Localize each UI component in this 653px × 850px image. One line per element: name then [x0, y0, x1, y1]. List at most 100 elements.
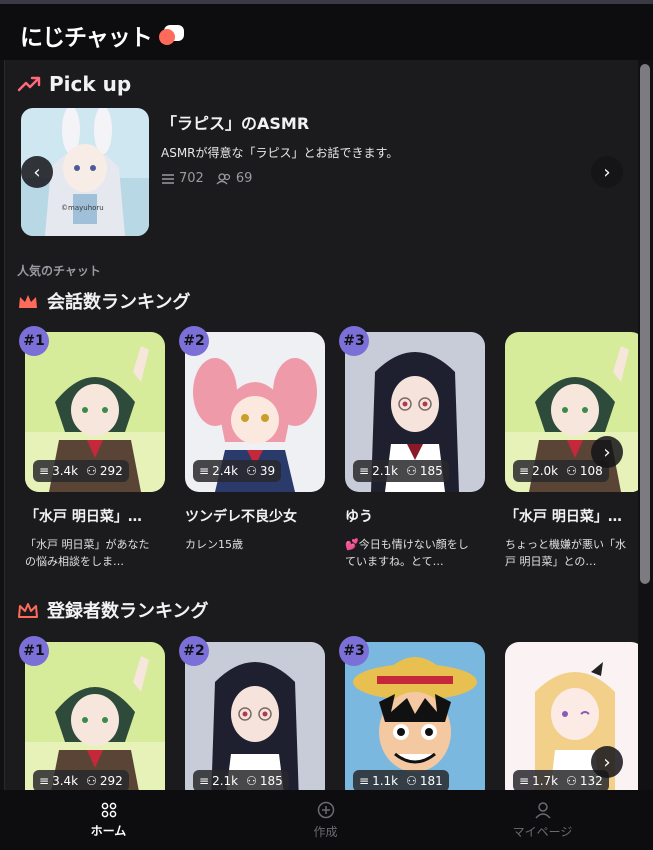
- message-count-icon: ≡: [519, 774, 530, 788]
- message-count-icon: ≡: [199, 464, 210, 478]
- ranking2-next-button[interactable]: ›: [591, 746, 623, 778]
- conversation-ranking-title-text: 会話数ランキング: [47, 292, 191, 313]
- card-message-count: 1.1k: [372, 774, 399, 788]
- rank-badge: #1: [19, 636, 49, 666]
- pickup-message-count: 702: [179, 171, 204, 186]
- plus-circle-icon: [317, 801, 335, 819]
- feed-scrollbar[interactable]: [640, 64, 650, 584]
- person-icon: ⚇: [86, 464, 97, 478]
- card-stats: ≡ 2.0k ⚇ 108: [513, 460, 609, 482]
- card-message-count: 3.4k: [52, 774, 79, 788]
- pickup-section-title: Pick up: [17, 72, 131, 96]
- app-logo[interactable]: にじチャット: [20, 18, 186, 52]
- rank-badge: #2: [179, 636, 209, 666]
- tab-mypage[interactable]: マイページ: [434, 790, 651, 850]
- card-message-count: 2.1k: [212, 774, 239, 788]
- home-icon: [101, 802, 117, 818]
- conversation-ranking-title: 会話数ランキング: [17, 288, 190, 314]
- ranking-card[interactable]: #2 ≡ 2.1k ⚇ 185: [179, 636, 325, 790]
- rank-badge: #2: [179, 326, 209, 356]
- trending-up-icon: [17, 75, 41, 93]
- card-user-count: 292: [99, 774, 123, 788]
- card-stats: ≡ 3.4k ⚇ 292: [33, 770, 129, 790]
- card-description: カレン15歳: [185, 538, 243, 551]
- rank-badge: #1: [19, 326, 49, 356]
- card-message-count: 2.1k: [372, 464, 399, 478]
- ranking-card[interactable]: #1 ≡3.4k ⚇292 「水戸 明日菜」のお悩み相談 「水戸 明日菜」があな…: [19, 326, 165, 570]
- pickup-user-count: 69: [235, 171, 253, 186]
- popular-chats-label: 人気のチャット: [17, 264, 101, 278]
- ranking1-next-button[interactable]: ›: [591, 436, 623, 468]
- card-name: ゆう: [345, 509, 373, 525]
- chevron-right-icon: ›: [603, 161, 611, 183]
- subscriber-ranking-title-text: 登録者数ランキング: [47, 601, 209, 622]
- home-feed[interactable]: Pick up ©mayuhoru ‹ › 「ラピス」のASMR ASMRが得意…: [4, 60, 638, 790]
- person-icon: ⚇: [406, 464, 417, 478]
- app-header: にじチャット: [0, 4, 653, 60]
- person-icon: ⚇: [406, 774, 417, 788]
- crown-icon: [17, 292, 39, 310]
- ranking-card[interactable]: #3 ≡ 2.1k ⚇ 185 ゆう 💕今日も情けない顔をしていますね。とて…: [339, 326, 485, 570]
- tab-home[interactable]: ホーム: [0, 790, 217, 850]
- card-description: 💕今日も情けない顔をしていますね。とて…: [345, 538, 469, 568]
- card-message-count: 2.4k: [212, 464, 239, 478]
- ranking-card[interactable]: #3 ≡ 1.1k ⚇ 181: [339, 636, 485, 790]
- ranking-card[interactable]: #1 ≡ 3.4k ⚇ 292: [19, 636, 165, 790]
- character-image: [345, 642, 485, 790]
- person-icon: ⚇: [246, 464, 257, 478]
- chevron-left-icon: ‹: [33, 161, 41, 183]
- message-count-icon: ≡: [519, 464, 530, 478]
- message-count-icon: ≡: [199, 774, 210, 788]
- card-user-count: 185: [419, 464, 443, 478]
- card-message-count: 1.7k: [532, 774, 559, 788]
- card-name: 「水戸 明日菜」のお悩み相談: [25, 509, 155, 525]
- message-count-icon: [161, 173, 175, 185]
- card-description: ちょっと機嫌が悪い「水戸 明日菜」との…: [505, 538, 626, 568]
- card-message-count: 3.4k: [52, 464, 79, 478]
- users-icon: [216, 172, 232, 185]
- pickup-stats: 702 69: [161, 171, 581, 186]
- character-image: [25, 642, 165, 790]
- rank-badge: #3: [339, 636, 369, 666]
- person-icon: [534, 801, 552, 819]
- card-stats: ≡ 2.1k ⚇ 185: [193, 770, 289, 790]
- rank-badge: #3: [339, 326, 369, 356]
- card-name: ツンデレ不良少女: [185, 509, 297, 525]
- card-user-count: 39: [259, 464, 276, 478]
- message-count-icon: ≡: [359, 774, 370, 788]
- pickup-title-text: Pick up: [49, 72, 132, 96]
- tab-home-label: ホーム: [90, 823, 127, 838]
- pickup-description: ASMRが得意な「ラピス」とお話できます。: [161, 146, 399, 160]
- tab-mypage-label: マイページ: [512, 824, 573, 839]
- card-description: 「水戸 明日菜」があなたの悩み相談をしま…: [25, 538, 150, 568]
- pickup-prev-button[interactable]: ‹: [21, 156, 53, 188]
- pickup-watermark: ©mayuhoru: [61, 204, 104, 212]
- crown-outline-icon: [17, 601, 39, 619]
- card-stats: ≡ 3.4k ⚇ 292: [33, 460, 129, 482]
- pickup-name: 「ラピス」のASMR: [161, 114, 310, 133]
- tab-create[interactable]: 作成: [217, 790, 434, 850]
- person-icon: ⚇: [566, 774, 577, 788]
- app-logo-text: にじチャット: [20, 25, 153, 51]
- ranking-card[interactable]: #2 ≡ 2.4k ⚇ 39 ツンデレ不良少女 カレン15歳: [179, 326, 325, 570]
- message-count-icon: ≡: [359, 464, 370, 478]
- card-message-count: 2.0k: [532, 464, 559, 478]
- character-image: [185, 642, 325, 790]
- bottom-tab-bar: ホーム 作成 マイページ: [0, 790, 653, 850]
- message-count-icon: ≡: [39, 464, 50, 478]
- person-icon: ⚇: [566, 464, 577, 478]
- person-icon: ⚇: [246, 774, 257, 788]
- message-count-icon: ≡: [39, 774, 50, 788]
- chat-bubble-logo-icon: [158, 23, 186, 47]
- tab-create-label: 作成: [313, 824, 338, 839]
- pickup-next-button[interactable]: ›: [591, 156, 623, 188]
- card-user-count: 292: [99, 464, 123, 478]
- pickup-info[interactable]: 「ラピス」のASMR ASMRが得意な「ラピス」とお話できます。 702 69: [161, 110, 581, 186]
- card-stats: ≡ 1.1k ⚇ 181: [353, 770, 449, 790]
- card-user-count: 185: [259, 774, 283, 788]
- card-stats: ≡ 2.4k ⚇ 39: [193, 460, 282, 482]
- card-name: 「水戸 明日菜」ちょっと機嫌: [505, 509, 635, 525]
- card-user-count: 181: [419, 774, 443, 788]
- chevron-right-icon: ›: [603, 441, 611, 463]
- chevron-right-icon: ›: [603, 751, 611, 773]
